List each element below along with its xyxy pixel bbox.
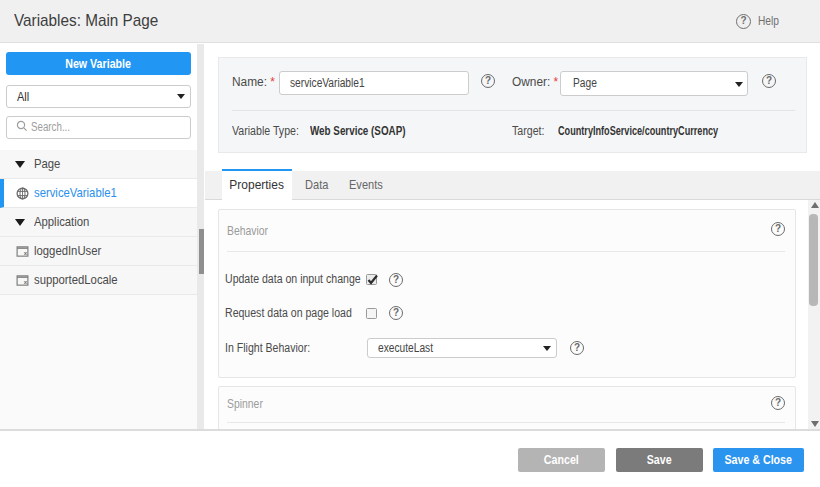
svg-text:x: x [24, 250, 28, 256]
svg-text:x: x [24, 279, 28, 285]
